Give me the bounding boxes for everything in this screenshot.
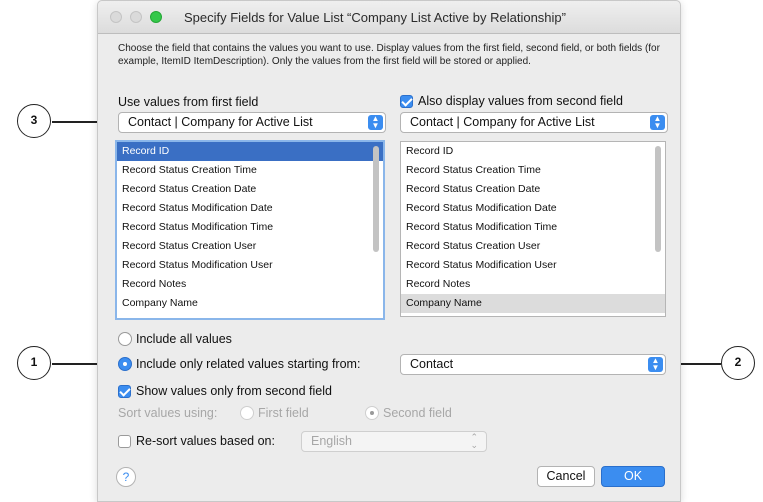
title-bar: Specify Fields for Value List “Company L…: [98, 1, 680, 34]
cancel-button[interactable]: Cancel: [537, 466, 595, 487]
ok-button[interactable]: OK: [601, 466, 665, 487]
first-field-label: Use values from first field: [118, 95, 259, 109]
show-second-only-checkbox[interactable]: [118, 385, 131, 398]
list-item[interactable]: Record Status Modification User: [117, 256, 383, 275]
list-item[interactable]: Record Status Modification User: [401, 256, 665, 275]
list-item[interactable]: Record Status Creation User: [117, 237, 383, 256]
include-all-radio[interactable]: [118, 332, 132, 346]
list-item[interactable]: Company Name: [117, 294, 383, 313]
include-related-label: Include only related values starting fro…: [136, 357, 361, 371]
window-title: Specify Fields for Value List “Company L…: [184, 10, 566, 25]
callout-3: 3: [17, 104, 51, 138]
callout-3-arrow-line: [52, 121, 102, 123]
list-item[interactable]: Record Notes: [117, 275, 383, 294]
second-field-table-value: Contact | Company for Active List: [410, 115, 595, 129]
callout-2-arrow-line: [676, 363, 721, 365]
sort-first-field-radio[interactable]: [240, 406, 254, 420]
show-second-only-label: Show values only from second field: [136, 384, 332, 398]
list-item[interactable]: Record Notes: [401, 275, 665, 294]
list-item[interactable]: Record Status Modification Time: [401, 218, 665, 237]
resort-label: Re-sort values based on:: [136, 434, 275, 448]
second-field-table-popup[interactable]: Contact | Company for Active List ▲ ▼: [400, 112, 668, 133]
include-related-radio[interactable]: [118, 357, 132, 371]
popup-arrows-icon: ⌃ ⌄: [470, 432, 478, 450]
first-field-table-value: Contact | Company for Active List: [128, 115, 313, 129]
also-display-second-label: Also display values from second field: [418, 94, 623, 108]
callout-1: 1: [17, 346, 51, 380]
list-item[interactable]: Record Status Creation User: [401, 237, 665, 256]
resort-language-popup[interactable]: English ⌃ ⌄: [301, 431, 487, 452]
sort-first-field-label: First field: [258, 406, 309, 420]
list-item[interactable]: Record Status Creation Date: [401, 180, 665, 199]
also-display-second-checkbox[interactable]: [400, 95, 413, 108]
instructions-text: Choose the field that contains the value…: [118, 43, 660, 67]
first-field-table-popup[interactable]: Contact | Company for Active List ▲ ▼: [118, 112, 386, 133]
sort-values-label: Sort values using:: [118, 406, 218, 420]
list-item[interactable]: Record Status Modification Date: [401, 199, 665, 218]
second-field-list[interactable]: Record ID Record Status Creation Time Reco…: [400, 141, 666, 317]
list-item[interactable]: Record Status Creation Time: [117, 161, 383, 180]
popup-arrows-icon: ▲ ▼: [648, 357, 663, 372]
list-item[interactable]: Record Status Creation Time: [401, 161, 665, 180]
help-button[interactable]: ?: [116, 467, 136, 487]
list-item[interactable]: Record ID: [117, 142, 383, 161]
minimize-window-button[interactable]: [130, 11, 142, 23]
resort-language-value: English: [311, 434, 352, 448]
callout-2: 2: [721, 346, 755, 380]
second-field-scrollbar[interactable]: [655, 146, 661, 252]
include-all-label: Include all values: [136, 332, 232, 346]
first-field-scrollbar[interactable]: [373, 146, 379, 252]
popup-arrows-icon: ▲ ▼: [368, 115, 383, 130]
list-item[interactable]: Record Status Modification Time: [117, 218, 383, 237]
list-item[interactable]: Record Status Creation Date: [117, 180, 383, 199]
related-table-value: Contact: [410, 357, 454, 371]
value-list-dialog: Specify Fields for Value List “Company L…: [97, 0, 681, 502]
close-window-button[interactable]: [110, 11, 122, 23]
list-item[interactable]: Record ID: [401, 142, 665, 161]
popup-arrows-icon: ▲ ▼: [650, 115, 665, 130]
list-item[interactable]: Company Name: [401, 294, 665, 313]
related-table-popup[interactable]: Contact ▲ ▼: [400, 354, 666, 375]
zoom-window-button[interactable]: [150, 11, 162, 23]
sort-second-field-radio[interactable]: [365, 406, 379, 420]
first-field-list[interactable]: Record ID Record Status Creation Time Reco…: [115, 140, 385, 320]
sort-second-field-label: Second field: [383, 406, 452, 420]
resort-checkbox[interactable]: [118, 435, 131, 448]
list-item[interactable]: Record Status Modification Date: [117, 199, 383, 218]
